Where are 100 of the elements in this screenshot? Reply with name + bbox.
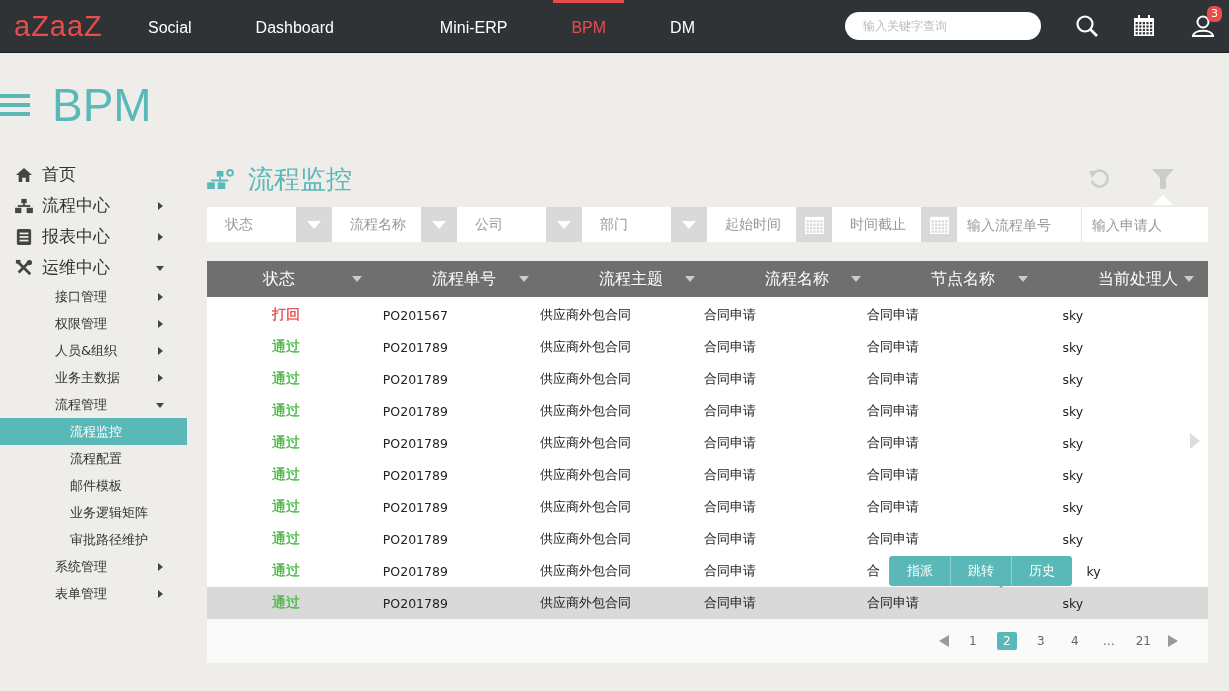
table-cell: PO201789 xyxy=(382,339,448,355)
sidebar-item[interactable]: 系统管理 xyxy=(55,557,155,576)
table-cell: PO201789 xyxy=(382,563,448,579)
hierarchy-icon xyxy=(207,168,236,190)
status-text: 通过 xyxy=(271,594,300,612)
column-header[interactable]: 流程名称 xyxy=(764,268,829,290)
sidebar-item[interactable]: 流程中心 xyxy=(42,194,155,217)
table-cell: 合同申请 xyxy=(867,402,920,420)
caret-right-icon[interactable] xyxy=(155,345,165,356)
search-field[interactable]: 输入关键字查询 xyxy=(845,12,1041,40)
table-cell: 合同申请 xyxy=(867,594,920,612)
sidebar-item[interactable]: 业务主数据 xyxy=(55,368,155,387)
calendar-icon xyxy=(929,215,949,234)
status-text: 通过 xyxy=(271,498,300,516)
caret-right-icon[interactable] xyxy=(155,318,165,329)
previous-page-icon[interactable] xyxy=(938,635,949,647)
table-cell: 合同申请 xyxy=(703,402,756,420)
home-icon xyxy=(14,166,34,183)
column-header[interactable]: 当前处理人 xyxy=(1097,268,1178,290)
sidebar-item[interactable]: 权限管理 xyxy=(55,314,155,333)
calendar-icon xyxy=(804,215,824,234)
table-cell: sky xyxy=(1062,499,1084,515)
document-icon xyxy=(14,228,34,245)
table-cell: 合同申请 xyxy=(703,370,756,388)
table-cell: PO201789 xyxy=(382,499,448,515)
nav-tab[interactable]: Mini-ERP xyxy=(421,0,526,53)
status-text: 通过 xyxy=(271,434,300,452)
table-cell: ky xyxy=(1086,563,1101,579)
table-cell: 合同申请 xyxy=(867,338,920,356)
sidebar-item[interactable]: 人员&组织 xyxy=(55,341,155,360)
caret-right-icon[interactable] xyxy=(155,588,165,599)
sidebar-item[interactable]: 运维中心 xyxy=(42,256,155,279)
sidebar-item[interactable]: 表单管理 xyxy=(55,584,155,603)
sidebar-item[interactable]: 报表中心 xyxy=(42,225,155,248)
table-cell: 合同申请 xyxy=(867,306,920,324)
caret-down-icon xyxy=(432,220,446,229)
sidebar-item[interactable]: 邮件模板 xyxy=(0,472,187,499)
sidebar-item[interactable]: 流程配置 xyxy=(0,445,187,472)
sidebar-item[interactable]: 业务逻辑矩阵 xyxy=(0,499,187,526)
table-cell: PO201789 xyxy=(382,467,448,483)
table-row[interactable]: 通过 PO201789 供应商外包合同 合同申请 合同申请 sky xyxy=(207,459,1208,491)
table-cell: 供应商外包合同 xyxy=(540,306,632,324)
table-row[interactable]: 通过 PO201789 供应商外包合同 合同申请 合同申请 sky xyxy=(207,395,1208,427)
table-cell: 合同申请 xyxy=(867,434,920,452)
table-cell: 合同申请 xyxy=(703,498,756,516)
sidebar-item[interactable]: 流程管理 xyxy=(55,395,155,414)
search-icon[interactable] xyxy=(1075,14,1099,38)
table-cell: 供应商外包合同 xyxy=(540,338,632,356)
notification-badge: 3 xyxy=(1207,6,1222,22)
table-row[interactable]: 通过 PO201789 供应商外包合同 合同申请 合同申请 sky xyxy=(207,523,1208,555)
status-text: 通过 xyxy=(271,370,300,388)
table-cell: 合同申请 xyxy=(703,594,756,612)
table-cell: 供应商外包合同 xyxy=(540,370,632,388)
status-text: 打回 xyxy=(271,306,300,324)
table-cell: 供应商外包合同 xyxy=(540,594,632,612)
table-cell: 供应商外包合同 xyxy=(540,434,632,452)
hierarchy-icon xyxy=(14,197,34,214)
table-cell: 合 xyxy=(867,562,881,580)
column-header[interactable]: 节点名称 xyxy=(931,268,996,290)
column-header[interactable]: 状态 xyxy=(263,268,295,290)
calendar-icon[interactable] xyxy=(1133,15,1155,37)
table-cell: sky xyxy=(1062,435,1084,451)
table-cell: PO201789 xyxy=(382,371,448,387)
page-link[interactable]: 3 xyxy=(1030,632,1051,650)
caret-right-icon[interactable] xyxy=(155,561,165,572)
page-link[interactable]: 4 xyxy=(1064,632,1085,650)
sidebar-item[interactable]: 接口管理 xyxy=(55,287,155,306)
table-row[interactable]: 通过 PO201789 供应商外包合同 合同申请 合同申请 sky xyxy=(207,331,1208,363)
caret-right-icon[interactable] xyxy=(155,372,165,383)
caret-right-icon[interactable] xyxy=(155,291,165,302)
app-title: BPM xyxy=(52,78,152,132)
caret-down-icon xyxy=(682,220,696,229)
table-row[interactable]: 打回 PO201567 供应商外包合同 合同申请 合同申请 sky xyxy=(207,299,1208,331)
selected-row[interactable]: 通过 PO201789 供应商外包合同 合同申请 合同申请 sky xyxy=(207,587,1208,619)
page-link[interactable]: 21 xyxy=(1132,632,1154,650)
table-row[interactable]: 通过 PO201789 供应商外包合同 合同申请 合同申请 sky xyxy=(207,491,1208,523)
table-cell: 供应商外包合同 xyxy=(540,402,632,420)
nav-tab[interactable]: Social xyxy=(130,0,210,53)
table-cell: sky xyxy=(1062,307,1084,323)
table-cell: 合同申请 xyxy=(703,466,756,484)
column-header[interactable]: 流程单号 xyxy=(432,268,497,290)
nav-tab[interactable]: DM xyxy=(652,0,713,53)
caret-right-icon[interactable] xyxy=(155,231,165,242)
sidebar-item[interactable]: 首页 xyxy=(42,163,165,186)
nav-tab[interactable]: Dashboard xyxy=(237,0,352,53)
caret-right-icon[interactable] xyxy=(155,200,165,211)
table-cell: PO201789 xyxy=(382,595,448,611)
sidebar-item[interactable]: 审批路径维护 xyxy=(0,526,187,553)
next-page-icon[interactable] xyxy=(1168,635,1178,647)
table-row[interactable]: 通过 PO201789 供应商外包合同 合同申请 合同申请 sky xyxy=(207,427,1208,459)
column-header[interactable]: 流程主题 xyxy=(598,268,663,290)
table-cell: 合同申请 xyxy=(867,370,920,388)
status-text: 通过 xyxy=(271,466,300,484)
table-cell: PO201567 xyxy=(382,307,448,323)
table-cell: sky xyxy=(1062,371,1084,387)
table-cell: 合同申请 xyxy=(703,338,756,356)
page-link[interactable]: … xyxy=(1098,632,1119,650)
table-row[interactable]: 通过 PO201789 供应商外包合同 合同申请 合同申请 sky xyxy=(207,363,1208,395)
status-text: 通过 xyxy=(271,530,300,548)
page-link[interactable]: 1 xyxy=(962,632,983,650)
